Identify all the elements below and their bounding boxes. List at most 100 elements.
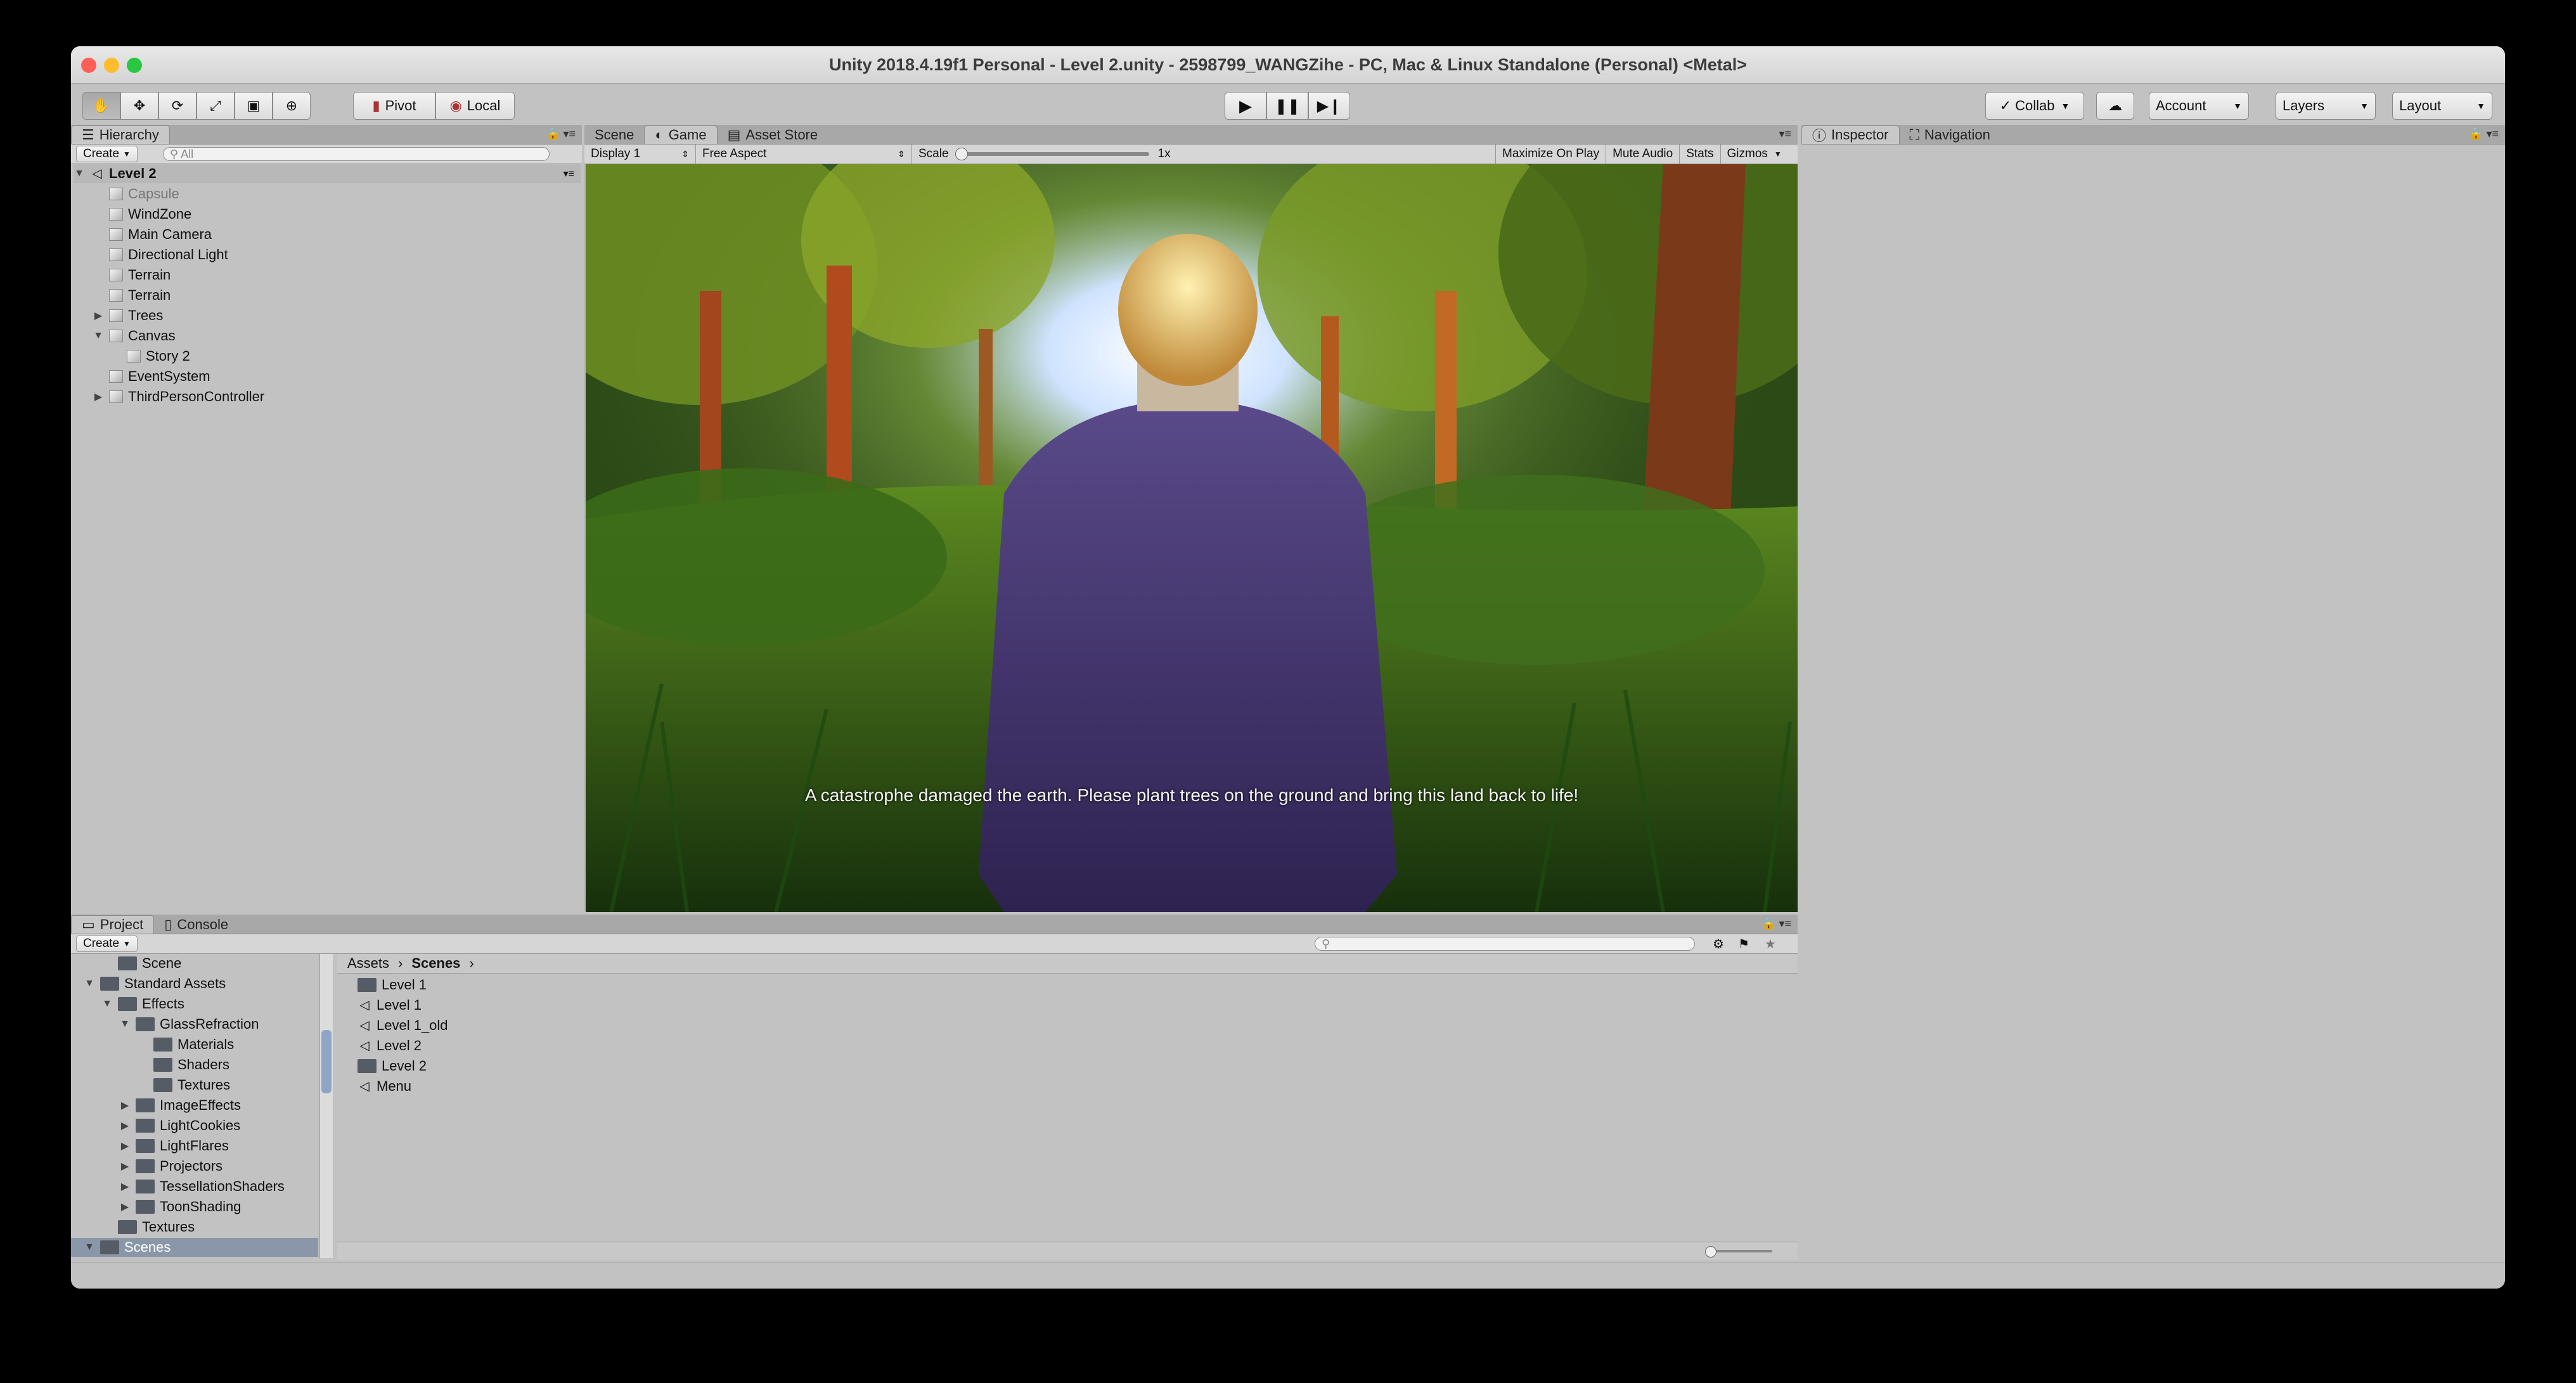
layers-dropdown[interactable]: Layers ▼	[2276, 92, 2376, 120]
folder-tree-item[interactable]: Scene	[71, 954, 318, 973]
hierarchy-item[interactable]: EventSystem	[93, 367, 210, 386]
breadcrumb-assets[interactable]: Assets	[347, 955, 389, 972]
cloud-services-button[interactable]: ☁	[2096, 92, 2134, 120]
folder-tree-item[interactable]: Shaders	[71, 1055, 318, 1074]
hierarchy-item[interactable]: Directional Light	[93, 245, 228, 264]
rotate-tool-button[interactable]: ⟳	[158, 92, 196, 120]
folder-tree-item[interactable]: ▶ ToonShading	[71, 1197, 318, 1216]
hierarchy-item[interactable]: WindZone	[93, 205, 191, 224]
folder-tree-item[interactable]: ▶ LightFlares	[71, 1136, 318, 1155]
tab-asset-store[interactable]: ▤ Asset Store	[718, 126, 828, 144]
hierarchy-create-button[interactable]: Create ▼	[76, 146, 138, 162]
game-view-render[interactable]: A catastrophe damaged the earth. Please …	[586, 164, 1798, 912]
hierarchy-item[interactable]: ▶ ThirdPersonController	[93, 387, 264, 406]
folder-tree-item[interactable]: ▼ GlassRefraction	[71, 1015, 318, 1034]
tab-hierarchy[interactable]: ☰ Hierarchy	[71, 125, 170, 144]
folder-tree-label: TessellationShaders	[160, 1178, 285, 1194]
scale-tool-button[interactable]: ⤢	[196, 92, 235, 120]
panel-menu-icon[interactable]: 🔒 ▾≡	[546, 127, 576, 141]
folder-tree-item[interactable]: ▼ Standard Assets	[71, 974, 318, 993]
rect-tool-button[interactable]: ▣	[235, 92, 273, 120]
chevron-right-icon[interactable]: ▶	[119, 1180, 131, 1193]
favorites-star-icon[interactable]: ★	[1765, 936, 1776, 952]
hierarchy-item[interactable]: Main Camera	[93, 225, 212, 244]
filter-by-type-icon[interactable]: ⚙	[1713, 936, 1724, 952]
folder-tree-item[interactable]: Textures	[71, 1076, 318, 1095]
mute-audio-toggle[interactable]: Mute Audio	[1606, 145, 1679, 164]
gizmos-dropdown[interactable]: Gizmos ▼	[1720, 145, 1788, 164]
scene-root-row[interactable]: ▼ ◁ Level 2 ▾≡	[74, 164, 581, 183]
icon-size-slider[interactable]	[1705, 1246, 1772, 1258]
chevron-right-icon[interactable]: ▶	[93, 309, 104, 322]
chevron-right-icon[interactable]: ▶	[119, 1140, 131, 1152]
chevron-down-icon[interactable]: ▼	[93, 330, 104, 342]
maximize-on-play-toggle[interactable]: Maximize On Play	[1495, 145, 1606, 164]
folder-icon	[153, 1058, 172, 1072]
project-file-item[interactable]: ◁ Menu	[357, 1077, 411, 1096]
hierarchy-search-input[interactable]: ⚲ All	[162, 147, 550, 161]
hierarchy-item[interactable]: Story 2	[110, 347, 190, 366]
panel-menu-icon[interactable]: ▾≡	[1779, 127, 1791, 141]
hierarchy-item[interactable]: ▶ Trees	[93, 306, 164, 325]
project-file-item[interactable]: Level 2	[357, 1057, 427, 1076]
collab-dropdown[interactable]: ✓ Collab ▼	[1985, 92, 2084, 120]
project-create-button[interactable]: Create ▼	[76, 936, 138, 952]
hierarchy-item[interactable]: Capsule	[93, 184, 179, 203]
tab-navigation[interactable]: ⛶ Navigation	[1900, 126, 2000, 144]
icon-size-slider-thumb[interactable]	[1705, 1246, 1716, 1258]
folder-tree-item[interactable]: ▶ LightCookies	[71, 1116, 318, 1135]
play-button[interactable]: ▶	[1225, 92, 1266, 120]
aspect-dropdown[interactable]: Free Aspect ⇕	[695, 145, 911, 164]
layout-dropdown[interactable]: Layout ▼	[2392, 92, 2492, 120]
chevron-updown-icon: ⇕	[681, 148, 689, 159]
folder-tree-item[interactable]: ▼ Scenes	[71, 1238, 318, 1257]
hierarchy-item[interactable]: ▼ Canvas	[93, 326, 176, 345]
account-dropdown[interactable]: Account ▼	[2149, 92, 2249, 120]
chevron-right-icon[interactable]: ▶	[119, 1099, 131, 1112]
tab-scene[interactable]: Scene	[584, 126, 644, 144]
step-button[interactable]: ▶❙	[1308, 92, 1350, 120]
breadcrumb-scenes[interactable]: Scenes	[411, 955, 460, 972]
tab-project[interactable]: ▭ Project	[71, 915, 155, 934]
folder-tree-item[interactable]: Materials	[71, 1035, 318, 1054]
project-file-item[interactable]: ◁ Level 1_old	[357, 1016, 448, 1035]
chevron-down-icon[interactable]: ▼	[119, 1019, 131, 1030]
transform-tool-button[interactable]: ⊕	[273, 92, 311, 120]
project-file-item[interactable]: Level 1	[357, 975, 427, 994]
filter-by-label-icon[interactable]: ⚑	[1738, 936, 1749, 952]
folder-tree-item[interactable]: ▶ ImageEffects	[71, 1096, 318, 1115]
panel-menu-icon[interactable]: 🔒 ▾≡	[1761, 917, 1791, 930]
tab-console[interactable]: ▯ Console	[154, 916, 238, 934]
folder-tree-item[interactable]: ▶ TessellationShaders	[71, 1177, 318, 1196]
scrollbar-thumb[interactable]	[321, 1030, 332, 1093]
chevron-right-icon[interactable]: ▶	[119, 1119, 131, 1132]
display-dropdown[interactable]: Display 1 ⇕	[584, 145, 695, 164]
tab-game[interactable]: ◐ Game	[644, 125, 718, 144]
project-file-item[interactable]: ◁ Level 2	[357, 1036, 422, 1055]
scene-options-icon[interactable]: ▾≡	[564, 167, 574, 180]
folder-tree-item[interactable]: ▼ Effects	[71, 994, 318, 1013]
hierarchy-item[interactable]: Terrain	[93, 266, 171, 285]
chevron-down-icon[interactable]: ▼	[101, 998, 113, 1010]
folder-tree-item[interactable]: Textures	[71, 1218, 318, 1237]
pause-button[interactable]: ❚❚	[1266, 92, 1308, 120]
chevron-right-icon[interactable]: ▶	[119, 1160, 131, 1173]
move-tool-button[interactable]: ✥	[120, 92, 158, 120]
chevron-down-icon[interactable]: ▼	[84, 978, 95, 989]
hand-tool-button[interactable]: ✋	[82, 92, 120, 120]
chevron-right-icon[interactable]: ▶	[93, 390, 104, 403]
scale-slider-thumb[interactable]	[955, 148, 968, 160]
chevron-down-icon[interactable]: ▼	[84, 1242, 95, 1253]
stats-toggle[interactable]: Stats	[1679, 145, 1720, 164]
chevron-right-icon[interactable]: ▶	[119, 1200, 131, 1213]
hierarchy-item[interactable]: Terrain	[93, 286, 171, 305]
pivot-toggle[interactable]: ▮ Pivot	[353, 92, 435, 120]
panel-menu-icon[interactable]: 🔒 ▾≡	[2469, 127, 2499, 141]
local-toggle[interactable]: ◉ Local	[435, 92, 515, 120]
folder-tree-item[interactable]: ▶ Projectors	[71, 1157, 318, 1176]
project-search-input[interactable]: ⚲	[1315, 937, 1695, 951]
tab-inspector[interactable]: ⓘ Inspector	[1801, 125, 1900, 144]
folder-tree-scrollbar[interactable]	[319, 954, 333, 1258]
project-file-item[interactable]: ◁ Level 1	[357, 996, 422, 1015]
scale-slider[interactable]	[955, 148, 1149, 160]
